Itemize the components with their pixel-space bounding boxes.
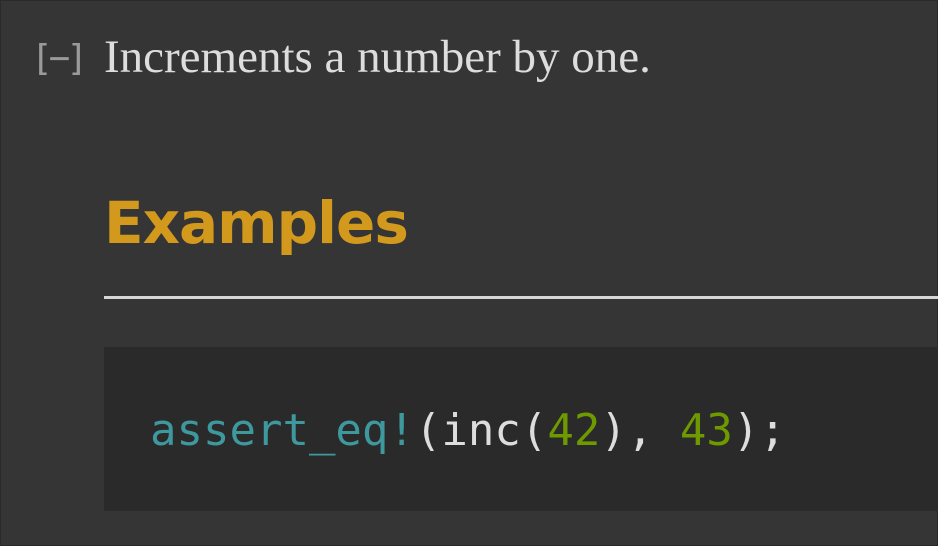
collapse-toggle-label: [−] xyxy=(31,38,88,79)
code-token-fn-close: ) xyxy=(600,405,627,456)
code-token-comma: , xyxy=(626,405,680,456)
code-example-block: assert_eq!(inc(42), 43); xyxy=(104,347,938,511)
doc-summary: Increments a number by one. xyxy=(104,31,651,83)
code-token-paren: ( xyxy=(414,405,442,456)
examples-heading: Examples xyxy=(104,189,409,257)
code-line: assert_eq!(inc(42), 43); xyxy=(150,399,786,463)
code-token-macro: assert_eq! xyxy=(150,405,415,456)
code-token-arg: 42 xyxy=(547,405,601,456)
doc-frame: [−] Increments a number by one. Examples… xyxy=(0,0,938,546)
collapse-toggle[interactable]: [−] xyxy=(31,38,88,80)
code-token-expected: 43 xyxy=(679,405,733,456)
code-token-close: ); xyxy=(732,405,786,456)
code-token-fn: inc xyxy=(441,405,521,456)
code-token-fn-open: ( xyxy=(520,405,548,456)
heading-divider xyxy=(104,296,938,299)
